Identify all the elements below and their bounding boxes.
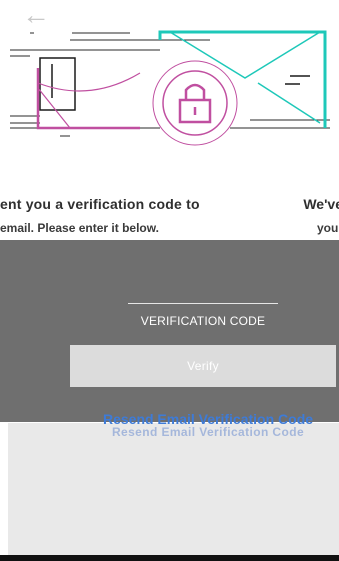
envelope-with-lock-icon — [10, 30, 330, 146]
verification-code-label: VERIFICATION CODE — [140, 314, 266, 328]
verify-button[interactable]: Verify — [70, 345, 336, 387]
lower-panel — [8, 423, 339, 555]
message-line-1-right: We've — [303, 196, 339, 212]
verification-code-input[interactable] — [128, 303, 278, 304]
back-button[interactable]: ← — [22, 0, 50, 30]
verification-message: ent you a verification code to We've ema… — [0, 160, 339, 240]
message-line-2-right: your — [316, 221, 339, 235]
message-line-2: email. Please enter it below. — [0, 221, 159, 235]
form-panel — [0, 240, 339, 422]
arrow-left-icon: ← — [22, 0, 50, 30]
resend-code-link-echo: Resend Email Verification Code — [111, 425, 305, 439]
message-line-1: ent you a verification code to — [0, 196, 200, 212]
bottom-bar — [0, 555, 339, 561]
hero-illustration — [0, 28, 339, 160]
